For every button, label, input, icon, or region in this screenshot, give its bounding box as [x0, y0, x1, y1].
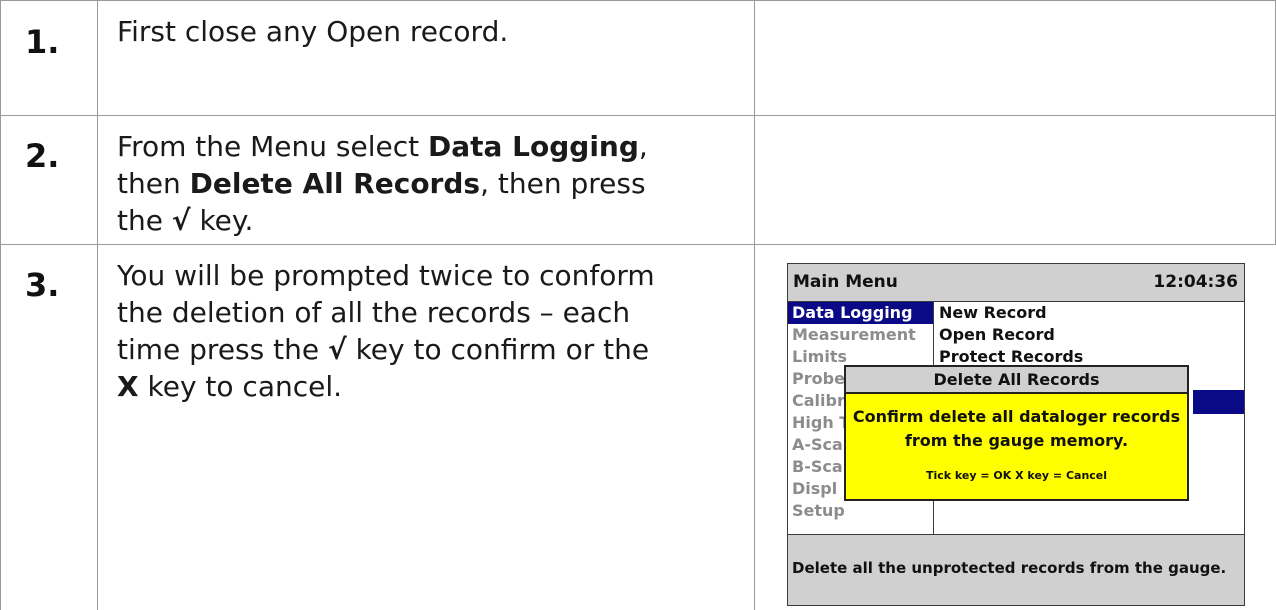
step-3-text: key to confirm or the: [346, 333, 650, 366]
dialog-message-line-1: Confirm delete all dataloger records: [852, 407, 1181, 426]
check-key-symbol: √: [327, 333, 347, 366]
menu-item-setup[interactable]: Setup: [788, 500, 933, 522]
submenu-selection-highlight: [1193, 390, 1244, 414]
dialog-key-hint: Tick key = OK X key = Cancel: [925, 469, 1108, 482]
step-2-text: the: [117, 204, 172, 237]
row-divider-1: [0, 115, 1276, 116]
gauge-status-bar: Delete all the unprotected records from …: [788, 534, 1244, 605]
step-2-bold-delete-all: Delete All Records: [189, 167, 481, 200]
step-2-line-3: the √ key.: [117, 202, 648, 239]
step-2-text: , then press: [480, 167, 646, 200]
step-3-line-1: You will be prompted twice to conform: [117, 259, 655, 292]
row-divider-2: [0, 244, 1276, 245]
step-text-2: From the Menu select Data Logging, then …: [117, 128, 648, 239]
gauge-clock: 12:04:36: [1153, 272, 1238, 292]
submenu-item-open-record[interactable]: Open Record: [939, 324, 1055, 346]
step-1-line: First close any Open record.: [117, 15, 509, 48]
delete-confirm-dialog: Delete All Records Confirm delete all da…: [844, 365, 1189, 501]
step-2-text: From the Menu select: [117, 130, 428, 163]
gauge-title-bar: Main Menu 12:04:36: [788, 264, 1244, 302]
step-3-line-2: the deletion of all the records – each: [117, 296, 631, 329]
check-key-symbol: √: [171, 204, 191, 237]
table-divider-number: [97, 0, 98, 610]
step-text-1: First close any Open record.: [117, 13, 508, 50]
step-number-3: 3.: [25, 266, 60, 304]
x-key-symbol: X: [117, 370, 139, 403]
step-2-text: key.: [190, 204, 254, 237]
gauge-screen: Main Menu 12:04:36 Data Logging Measurem…: [787, 263, 1245, 606]
table-border-top: [0, 0, 1276, 1]
step-text-3: You will be prompted twice to conform th…: [117, 257, 655, 405]
dialog-message-line-2: from the gauge memory.: [904, 431, 1129, 450]
step-3-text: key to cancel.: [138, 370, 343, 403]
menu-item-data-logging[interactable]: Data Logging: [788, 302, 933, 324]
step-3-line-4: X key to cancel.: [117, 368, 655, 405]
step-2-text: then: [117, 167, 190, 200]
gauge-status-text: Delete all the unprotected records from …: [792, 559, 1227, 577]
step-3-text: time press the: [117, 333, 328, 366]
dialog-title: Delete All Records: [846, 367, 1187, 394]
step-number-1: 1.: [25, 23, 60, 61]
step-2-line-1: From the Menu select Data Logging,: [117, 128, 648, 165]
step-2-bold-data-logging: Data Logging: [428, 130, 639, 163]
table-border-left: [0, 0, 1, 610]
step-3-line-3: time press the √ key to confirm or the: [117, 331, 655, 368]
dialog-message: Confirm delete all dataloger records fro…: [846, 405, 1187, 453]
step-2-text: ,: [638, 130, 648, 163]
table-divider-image: [754, 0, 755, 610]
submenu-item-new-record[interactable]: New Record: [939, 302, 1047, 324]
menu-item-measurement[interactable]: Measurement: [788, 324, 933, 346]
gauge-title: Main Menu: [793, 272, 898, 292]
step-number-2: 2.: [25, 137, 60, 175]
step-2-line-2: then Delete All Records, then press: [117, 165, 648, 202]
